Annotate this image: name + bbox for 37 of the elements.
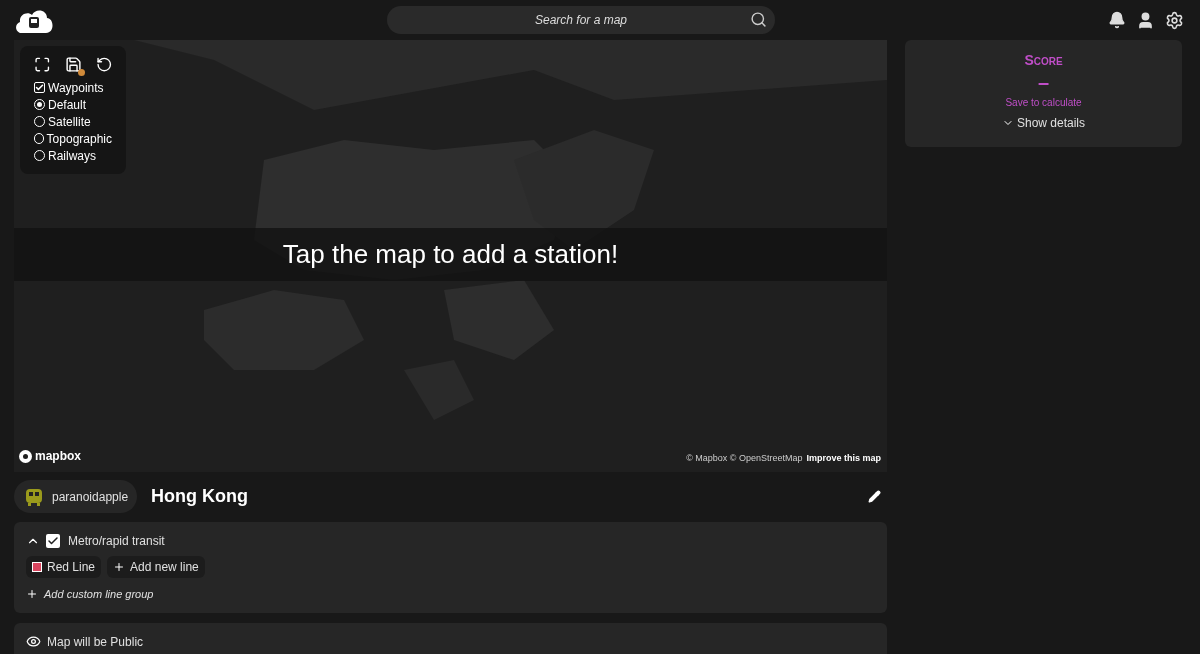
undo-icon[interactable] — [95, 56, 112, 73]
plus-icon — [113, 561, 126, 573]
improve-map-link[interactable]: Improve this map — [806, 451, 881, 465]
settings-icon[interactable] — [1165, 10, 1184, 30]
cloud-train-logo-icon[interactable] — [14, 7, 54, 33]
group-label: Metro/rapid transit — [68, 533, 165, 550]
layer-label[interactable]: Waypoints — [48, 78, 104, 97]
edit-icon[interactable] — [868, 490, 881, 503]
bus-avatar-icon — [24, 486, 44, 507]
map-title: Hong Kong — [151, 485, 250, 508]
layer-label[interactable]: Satellite — [48, 112, 91, 131]
author-chip[interactable]: paranoidapple — [14, 480, 138, 513]
mapbox-logo[interactable]: mapbox — [19, 447, 81, 465]
add-line-button[interactable]: Add new line — [107, 556, 205, 578]
line-button[interactable]: Red Line — [26, 556, 102, 578]
prompt-banner: Tap the map to add a station! — [14, 228, 887, 281]
layer-label[interactable]: Topographic — [46, 129, 112, 148]
checkbox[interactable] — [34, 82, 45, 93]
layer-label[interactable]: Default — [48, 95, 87, 114]
map-attribution[interactable]: © Mapbox © OpenStreetMap — [686, 451, 803, 465]
plus-icon — [26, 588, 38, 601]
layer-label[interactable]: Railways — [48, 146, 96, 165]
search-icon[interactable] — [750, 11, 767, 28]
fullscreen-icon[interactable] — [34, 56, 51, 73]
search-field[interactable]: Search for a map — [387, 6, 775, 34]
user-icon[interactable] — [1136, 10, 1155, 30]
checkbox[interactable] — [46, 534, 60, 548]
score-value: – — [1037, 71, 1050, 93]
notifications-icon[interactable] — [1108, 11, 1126, 29]
score-hint: Save to calculate — [1005, 96, 1082, 110]
map-area[interactable]: Waypoints Default Satellite Topographic Railways Tap the map to add a station! mapbox © Mapbox © OpenStreetMap Improve this map — [14, 40, 887, 472]
visibility-panel[interactable]: Map will be Public — [14, 622, 887, 654]
show-details-toggle[interactable]: Show details — [1001, 114, 1085, 132]
add-line-group-button[interactable]: Add custom line group — [26, 586, 875, 603]
score-title: Score — [1024, 51, 1063, 70]
eye-icon — [26, 634, 41, 649]
save-icon[interactable] — [64, 56, 82, 73]
